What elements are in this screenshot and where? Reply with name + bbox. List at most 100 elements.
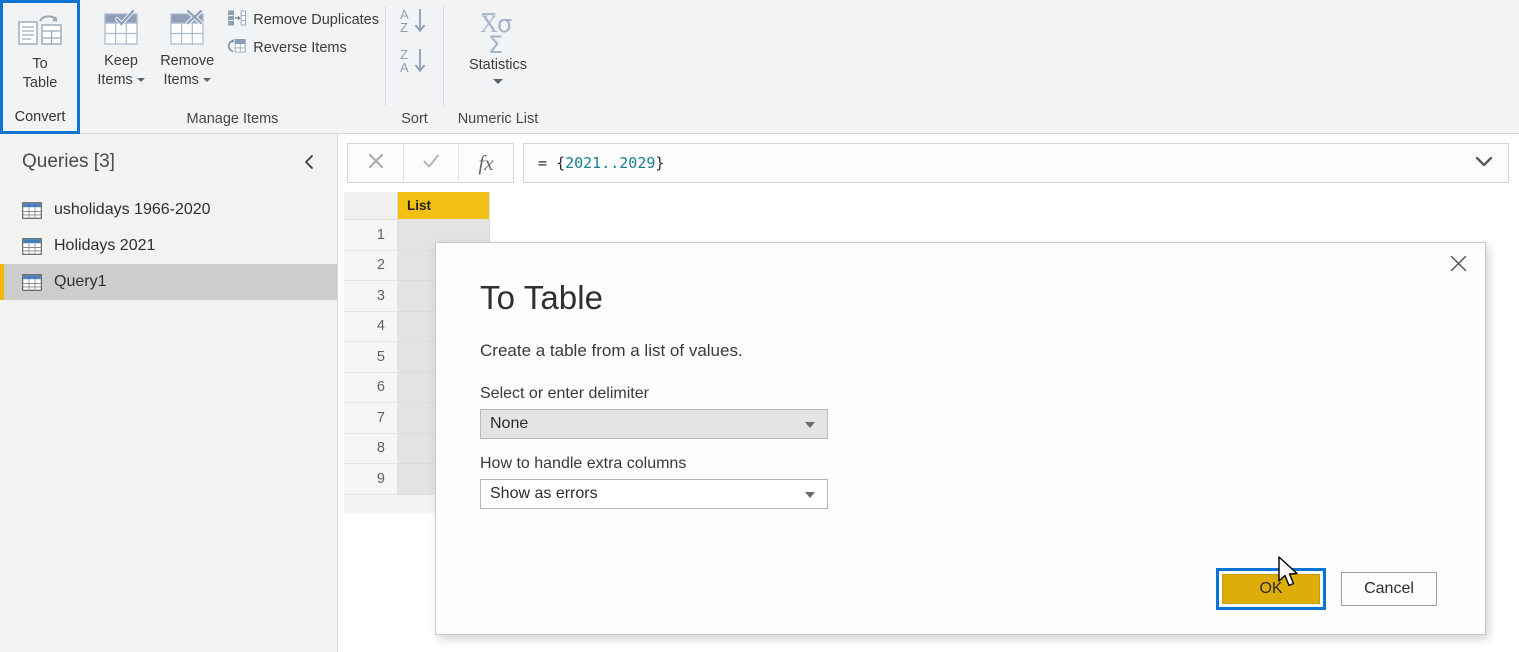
row-number: 7: [344, 403, 398, 434]
extra-columns-dropdown[interactable]: Show as errors: [480, 479, 828, 509]
to-table-dialog: To Table Create a table from a list of v…: [435, 242, 1486, 635]
row-number: 3: [344, 281, 398, 312]
keep-items-button[interactable]: Keep Items: [88, 0, 154, 90]
chevron-left-icon[interactable]: [297, 150, 321, 174]
row-number: 1: [344, 220, 398, 251]
row-number: 9: [344, 464, 398, 495]
formula-range-start: 2021: [565, 154, 602, 172]
formula-close-brace: }: [655, 154, 665, 172]
to-table-button[interactable]: To Table: [4, 3, 76, 93]
query-item-holidays-2021[interactable]: Holidays 2021: [0, 228, 337, 264]
fx-icon: fx: [478, 150, 494, 175]
chevron-down-icon: [136, 78, 145, 83]
to-table-icon: [17, 9, 63, 55]
ribbon-group-sort: A Z Z A Sort: [386, 0, 443, 133]
sort-descending-button[interactable]: Z A: [398, 46, 432, 81]
formula-bar: fx = {2021..2029}: [339, 134, 1519, 192]
remove-items-label-line2: Items: [163, 71, 211, 90]
delimiter-dropdown[interactable]: None: [480, 409, 828, 439]
ok-button[interactable]: OK: [1222, 574, 1320, 604]
chevron-down-icon: [202, 78, 211, 83]
ribbon-group-convert-label: Convert: [14, 109, 66, 125]
query-item-label: usholidays 1966-2020: [54, 201, 211, 218]
table-icon: [22, 201, 42, 219]
remove-duplicates-icon: [228, 10, 247, 30]
cancel-button[interactable]: Cancel: [1341, 572, 1437, 606]
formula-range-end: 2029: [619, 154, 656, 172]
reverse-items-button[interactable]: Reverse Items: [226, 34, 385, 62]
query-item-query1[interactable]: Query1: [0, 264, 337, 300]
fx-button[interactable]: fx: [458, 144, 513, 182]
keep-items-icon: [99, 6, 143, 52]
ribbon-group-manage-items: Keep Items Remove Items Remove Duplicate…: [80, 0, 385, 133]
power-query-editor-window: To Table Convert Keep Items Remove Items…: [0, 0, 1519, 652]
ribbon-group-sort-label: Sort: [401, 111, 428, 127]
statistics-icon: X σ Σ: [466, 6, 530, 56]
formula-cancel-button[interactable]: [348, 144, 403, 182]
remove-items-label-line1: Remove: [160, 53, 215, 69]
queries-list: usholidays 1966-2020 Holidays 2021 Query…: [0, 190, 337, 300]
extra-columns-label: How to handle extra columns: [480, 455, 687, 472]
remove-duplicates-label: Remove Duplicates: [253, 12, 379, 28]
triangle-down-icon: [805, 422, 815, 428]
formula-prefix: =: [538, 154, 557, 172]
statistics-button[interactable]: X σ Σ Statistics: [448, 0, 548, 84]
statistics-label: Statistics: [468, 57, 527, 73]
close-x-icon: [366, 151, 386, 176]
row-number: 2: [344, 250, 398, 281]
table-icon: [22, 273, 42, 291]
grid-corner-cell: [344, 192, 398, 220]
sort-ascending-button[interactable]: A Z: [398, 6, 432, 41]
chevron-down-icon: [1474, 154, 1494, 173]
grid-header-row: List: [344, 192, 1519, 220]
reverse-items-label: Reverse Items: [253, 40, 347, 56]
formula-open-brace: {: [556, 154, 566, 172]
dialog-close-button[interactable]: [1435, 247, 1481, 285]
svg-text:Σ: Σ: [488, 31, 503, 55]
row-number: 5: [344, 342, 398, 373]
chevron-down-icon: [493, 79, 503, 84]
formula-accept-button[interactable]: [403, 144, 458, 182]
ribbon-group-numeric-list-label: Numeric List: [457, 111, 539, 127]
keep-items-label-line1: Keep: [104, 53, 138, 69]
remove-items-button[interactable]: Remove Items: [154, 0, 220, 90]
formula-text: = {2021..2029}: [538, 154, 664, 172]
query-item-label: Query1: [54, 273, 107, 290]
delimiter-label: Select or enter delimiter: [480, 385, 649, 402]
formula-input[interactable]: = {2021..2029}: [523, 143, 1509, 183]
formula-actions: fx: [347, 143, 514, 183]
svg-text:A: A: [400, 60, 409, 75]
ribbon-group-manage-items-label: Manage Items: [186, 111, 279, 127]
formula-expand-button[interactable]: [1464, 144, 1504, 182]
to-table-label-line2: Table: [22, 75, 58, 91]
delimiter-value: None: [490, 415, 529, 432]
row-number: 8: [344, 433, 398, 464]
queries-header: Queries [3]: [0, 134, 337, 190]
dialog-title: To Table: [480, 279, 604, 316]
grid-column-header-list[interactable]: List: [398, 192, 490, 220]
query-item-usholidays[interactable]: usholidays 1966-2020: [0, 192, 337, 228]
dialog-footer: OK Cancel: [1216, 568, 1437, 610]
extra-columns-value: Show as errors: [490, 485, 598, 502]
dialog-body: To Table Create a table from a list of v…: [436, 243, 1485, 509]
query-item-label: Holidays 2021: [54, 237, 156, 254]
formula-range-sep: ..: [601, 154, 620, 172]
queries-title: Queries [3]: [22, 151, 115, 172]
ribbon-group-convert: To Table Convert: [0, 0, 80, 134]
table-icon: [22, 237, 42, 255]
reverse-items-icon: [228, 38, 246, 58]
dialog-subtitle: Create a table from a list of values.: [480, 341, 743, 360]
to-table-label-line1: To: [32, 56, 48, 72]
triangle-down-icon: [805, 492, 815, 498]
remove-duplicates-button[interactable]: Remove Duplicates: [226, 6, 385, 34]
close-x-icon: [1450, 255, 1467, 277]
checkmark-icon: [421, 151, 441, 176]
svg-text:Z: Z: [400, 20, 408, 35]
row-number: 6: [344, 372, 398, 403]
ok-button-focus-ring: OK: [1216, 568, 1326, 610]
keep-items-label-line2: Items: [97, 71, 145, 90]
remove-items-icon: [165, 6, 209, 52]
row-number: 4: [344, 311, 398, 342]
queries-sidebar: Queries [3] usholidays 1966-2020 Holiday…: [0, 134, 338, 652]
ribbon: To Table Convert Keep Items Remove Items…: [0, 0, 1519, 134]
